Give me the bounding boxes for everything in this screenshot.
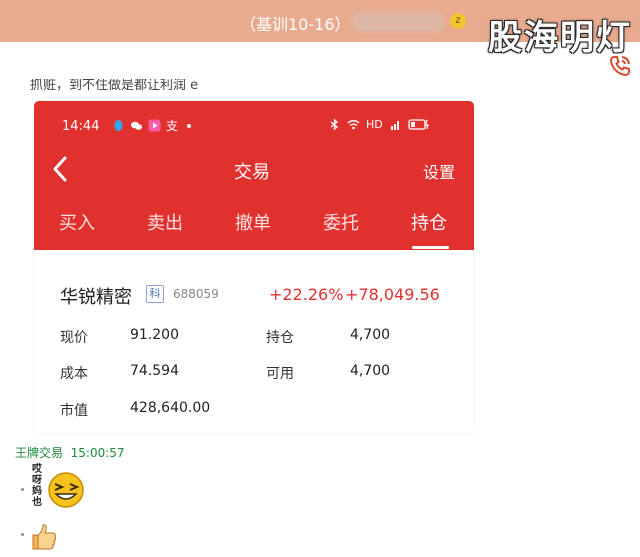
message-bullet	[21, 533, 24, 536]
star-market-badge: 科	[146, 285, 164, 303]
phone-call-icon[interactable]	[608, 54, 632, 78]
hd-indicator: HD	[366, 118, 383, 131]
position-label: 持仓	[266, 330, 294, 346]
qq-icon	[114, 120, 123, 131]
stock-code: 688059	[173, 287, 219, 301]
battery-icon	[408, 119, 429, 130]
status-system-icons: HD	[328, 118, 430, 131]
profit-amount: +78,049.56	[345, 285, 440, 304]
settings-button[interactable]: 设置	[423, 159, 455, 183]
wifi-icon	[347, 120, 360, 130]
position-value: 4,700	[350, 327, 391, 343]
truncated-message-text: 抓赃，到不住做是都让利润 e	[30, 79, 199, 91]
chat-header: （基训10-16） z 股海明灯	[0, 0, 640, 58]
app-top-bar: 14:44 支 HD 交易 设置 买入 卖出 撤单 委托 持仓	[34, 101, 474, 250]
more-dot-icon	[187, 124, 191, 128]
laughing-sticker[interactable]: 哎呀妈也	[32, 464, 88, 512]
message-bullet	[21, 488, 24, 491]
chat-title: （基训10-16）	[240, 15, 351, 34]
available-value: 4,700	[350, 363, 391, 379]
nav-title: 交易	[234, 162, 270, 183]
signal-icon	[390, 121, 399, 130]
trade-screenshot[interactable]: 14:44 支 HD 交易 设置 买入 卖出 撤单 委托 持仓 华锐精密 科 6…	[34, 101, 474, 434]
message-sender: 王牌交易 15:00:57	[15, 444, 125, 461]
cost-label: 成本	[60, 366, 88, 382]
active-tab-indicator	[412, 246, 449, 249]
market-value-value: 428,640.00	[130, 400, 211, 416]
profit-percent: +22.26%	[269, 285, 344, 304]
tab-sell[interactable]: 卖出	[147, 209, 183, 235]
available-label: 可用	[266, 366, 294, 382]
tab-orders[interactable]: 委托	[323, 209, 359, 235]
tab-positions[interactable]: 持仓	[411, 209, 447, 235]
current-price-label: 现价	[60, 330, 88, 346]
video-icon	[148, 119, 161, 132]
thumbs-up-icon[interactable]	[30, 522, 58, 552]
wechat-icon	[131, 121, 142, 130]
tab-cancel[interactable]: 撤单	[235, 209, 271, 235]
bluetooth-icon	[330, 118, 339, 131]
laughing-face-icon	[48, 472, 84, 508]
message-time: 15:00:57	[70, 446, 125, 460]
status-time: 14:44	[62, 119, 100, 134]
tab-buy[interactable]: 买入	[59, 209, 95, 235]
trade-tabs: 买入 卖出 撤单 委托 持仓	[34, 209, 474, 241]
blurred-name	[352, 12, 444, 32]
sender-name[interactable]: 王牌交易	[15, 446, 63, 460]
market-value-label: 市值	[60, 403, 88, 419]
sleepy-icon: z	[450, 13, 466, 29]
cost-value: 74.594	[130, 363, 179, 379]
alipay-icon: 支	[166, 119, 178, 132]
current-price-value: 91.200	[130, 327, 179, 343]
back-arrow-icon[interactable]	[50, 154, 70, 184]
svg-text:支: 支	[166, 119, 178, 132]
stock-name[interactable]: 华锐精密	[60, 283, 132, 309]
watermark: 股海明灯	[488, 18, 632, 58]
status-notification-icons: 支	[112, 119, 197, 132]
